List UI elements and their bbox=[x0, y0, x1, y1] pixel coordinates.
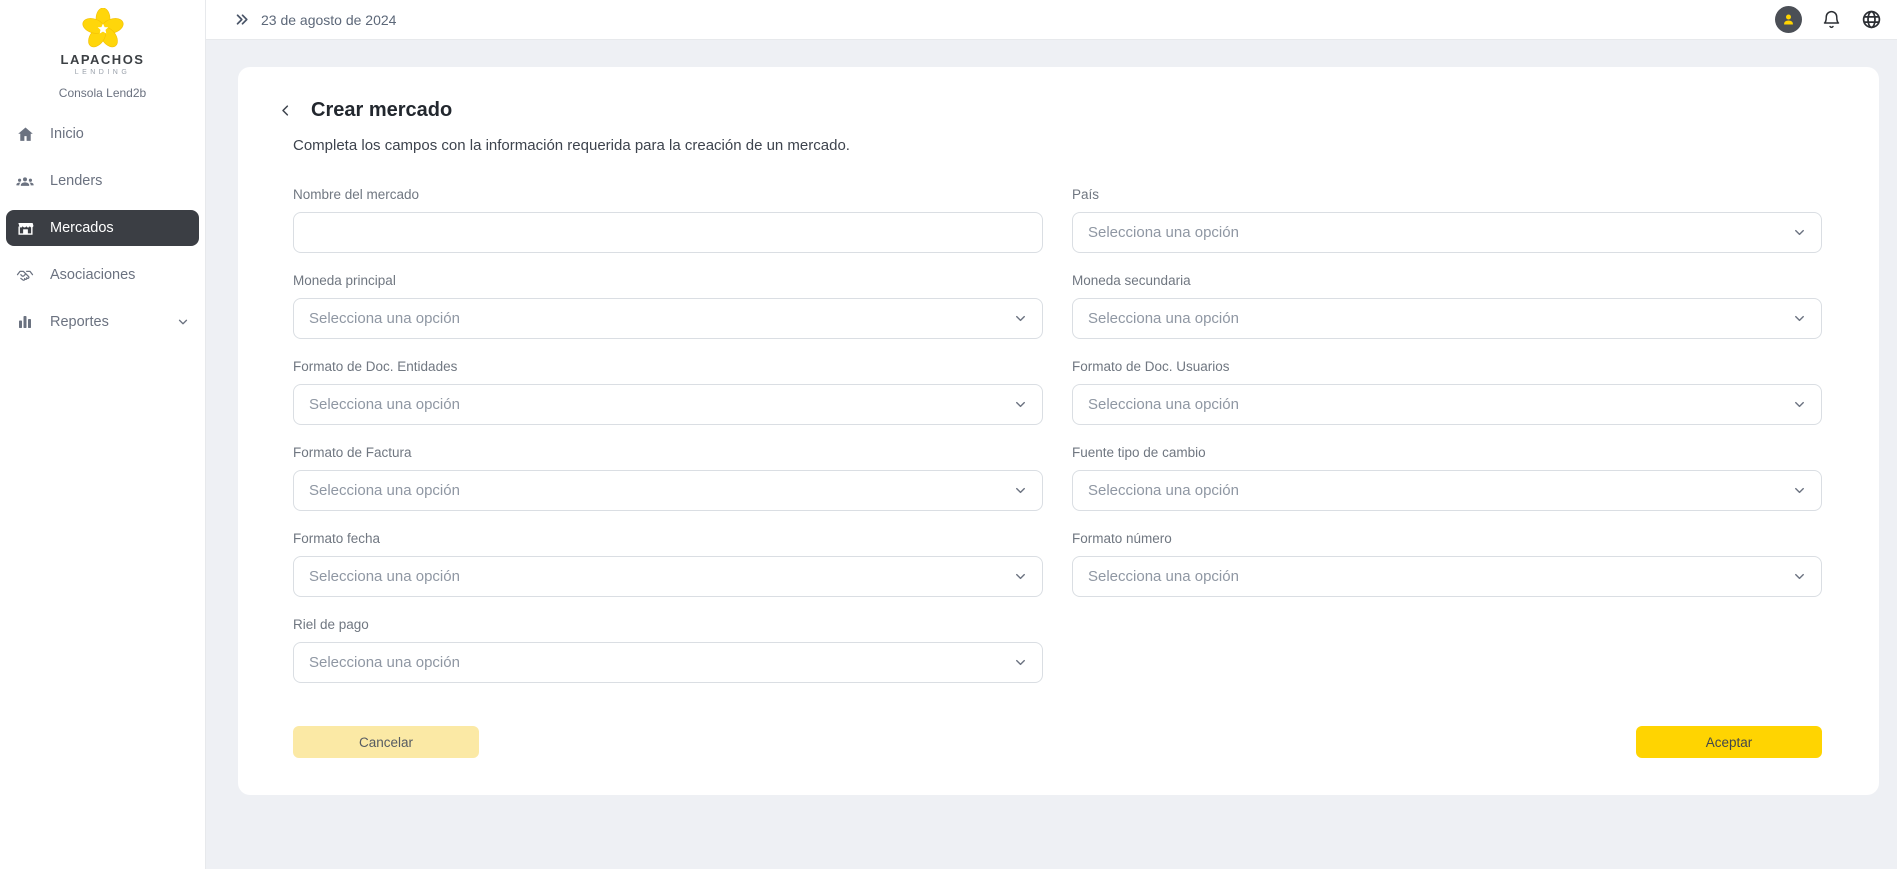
sidebar-item-label: Asociaciones bbox=[50, 267, 135, 283]
select-placeholder: Selecciona una opción bbox=[1088, 310, 1239, 327]
page-subtitle: Completa los campos con la información r… bbox=[293, 137, 1822, 154]
invoice-format-select[interactable]: Selecciona una opción bbox=[293, 470, 1043, 511]
field-formato-doc-entidades: Formato de Doc. Entidades Selecciona una… bbox=[293, 359, 1043, 425]
chevron-down-icon bbox=[1792, 225, 1807, 240]
field-label: Formato fecha bbox=[293, 531, 1043, 546]
create-market-card: Crear mercado Completa los campos con la… bbox=[238, 67, 1879, 795]
sidebar-item-inicio[interactable]: Inicio bbox=[6, 116, 199, 152]
field-label: País bbox=[1072, 187, 1822, 202]
country-select[interactable]: Selecciona una opción bbox=[1072, 212, 1822, 253]
chevron-down-icon bbox=[1013, 483, 1028, 498]
number-format-select[interactable]: Selecciona una opción bbox=[1072, 556, 1822, 597]
select-placeholder: Selecciona una opción bbox=[1088, 568, 1239, 585]
field-fuente-tipo-cambio: Fuente tipo de cambio Selecciona una opc… bbox=[1072, 445, 1822, 511]
sidebar-item-label: Mercados bbox=[50, 220, 114, 236]
field-formato-doc-usuarios: Formato de Doc. Usuarios Selecciona una … bbox=[1072, 359, 1822, 425]
lapachos-flower-logo-icon bbox=[82, 8, 124, 50]
field-formato-numero: Formato número Selecciona una opción bbox=[1072, 531, 1822, 597]
person-icon bbox=[1781, 12, 1796, 27]
primary-currency-select[interactable]: Selecciona una opción bbox=[293, 298, 1043, 339]
field-label: Formato de Factura bbox=[293, 445, 1043, 460]
payment-rail-select[interactable]: Selecciona una opción bbox=[293, 642, 1043, 683]
page-title: Crear mercado bbox=[311, 99, 452, 122]
field-formato-factura: Formato de Factura Selecciona una opción bbox=[293, 445, 1043, 511]
chevron-down-icon bbox=[1792, 483, 1807, 498]
select-placeholder: Selecciona una opción bbox=[1088, 224, 1239, 241]
sidebar-item-label: Reportes bbox=[50, 314, 109, 330]
create-market-form: Nombre del mercado País Selecciona una o… bbox=[293, 187, 1822, 683]
field-moneda-secundaria: Moneda secundaria Selecciona una opción bbox=[1072, 273, 1822, 339]
field-label: Formato de Doc. Entidades bbox=[293, 359, 1043, 374]
sidebar-item-reportes[interactable]: Reportes bbox=[6, 304, 199, 340]
avatar[interactable] bbox=[1775, 6, 1802, 33]
user-doc-format-select[interactable]: Selecciona una opción bbox=[1072, 384, 1822, 425]
select-placeholder: Selecciona una opción bbox=[309, 568, 460, 585]
sidebar-item-label: Lenders bbox=[50, 173, 102, 189]
chevron-left-icon bbox=[278, 103, 293, 118]
storefront-icon bbox=[15, 218, 35, 238]
accept-button[interactable]: Aceptar bbox=[1636, 726, 1822, 758]
select-placeholder: Selecciona una opción bbox=[1088, 396, 1239, 413]
sidebar-item-mercados[interactable]: Mercados bbox=[6, 210, 199, 246]
field-label: Nombre del mercado bbox=[293, 187, 1043, 202]
chevron-down-icon bbox=[1013, 655, 1028, 670]
sidebar-item-lenders[interactable]: Lenders bbox=[6, 163, 199, 199]
entity-doc-format-select[interactable]: Selecciona una opción bbox=[293, 384, 1043, 425]
chevron-down-icon bbox=[176, 315, 190, 329]
field-riel-de-pago: Riel de pago Selecciona una opción bbox=[293, 617, 1043, 683]
select-placeholder: Selecciona una opción bbox=[309, 482, 460, 499]
select-placeholder: Selecciona una opción bbox=[309, 310, 460, 327]
brand-name: LAPACHOS bbox=[0, 52, 205, 67]
topbar: 23 de agosto de 2024 bbox=[206, 0, 1897, 40]
bell-icon[interactable] bbox=[1821, 9, 1842, 30]
back-button[interactable] bbox=[276, 102, 294, 120]
field-label: Fuente tipo de cambio bbox=[1072, 445, 1822, 460]
secondary-currency-select[interactable]: Selecciona una opción bbox=[1072, 298, 1822, 339]
brand-subtitle: LENDING bbox=[0, 69, 205, 76]
form-footer: Cancelar Aceptar bbox=[293, 726, 1822, 758]
field-nombre-del-mercado: Nombre del mercado bbox=[293, 187, 1043, 253]
sidebar-item-asociaciones[interactable]: Asociaciones bbox=[6, 257, 199, 293]
field-formato-fecha: Formato fecha Selecciona una opción bbox=[293, 531, 1043, 597]
field-pais: País Selecciona una opción bbox=[1072, 187, 1822, 253]
sidebar-nav: Inicio Lenders bbox=[0, 116, 205, 351]
field-label: Moneda secundaria bbox=[1072, 273, 1822, 288]
chevron-down-icon bbox=[1013, 311, 1028, 326]
select-placeholder: Selecciona una opción bbox=[309, 396, 460, 413]
console-label: Consola Lend2b bbox=[0, 86, 205, 100]
app-window: LAPACHOS LENDING Consola Lend2b Inicio bbox=[0, 0, 1897, 869]
page-header: Crear mercado bbox=[276, 99, 1822, 122]
main-area: Crear mercado Completa los campos con la… bbox=[206, 40, 1897, 869]
field-label: Formato número bbox=[1072, 531, 1822, 546]
select-placeholder: Selecciona una opción bbox=[309, 654, 460, 671]
empty-grid-cell bbox=[1072, 617, 1822, 683]
globe-icon[interactable] bbox=[1861, 9, 1882, 30]
sidebar: LAPACHOS LENDING Consola Lend2b Inicio bbox=[0, 0, 206, 869]
home-icon bbox=[15, 124, 35, 144]
current-date: 23 de agosto de 2024 bbox=[261, 12, 396, 28]
chevron-down-icon bbox=[1792, 569, 1807, 584]
chevron-down-icon bbox=[1792, 397, 1807, 412]
field-label: Moneda principal bbox=[293, 273, 1043, 288]
field-label: Formato de Doc. Usuarios bbox=[1072, 359, 1822, 374]
chevron-down-icon bbox=[1013, 397, 1028, 412]
content-column: 23 de agosto de 2024 bbox=[206, 0, 1897, 869]
double-chevron-right-icon[interactable] bbox=[234, 11, 251, 28]
topbar-right bbox=[1775, 6, 1882, 33]
field-moneda-principal: Moneda principal Selecciona una opción bbox=[293, 273, 1043, 339]
users-icon bbox=[15, 171, 35, 191]
cancel-button[interactable]: Cancelar bbox=[293, 726, 479, 758]
select-placeholder: Selecciona una opción bbox=[1088, 482, 1239, 499]
handshake-icon bbox=[15, 265, 35, 285]
exchange-rate-source-select[interactable]: Selecciona una opción bbox=[1072, 470, 1822, 511]
chevron-down-icon bbox=[1013, 569, 1028, 584]
date-format-select[interactable]: Selecciona una opción bbox=[293, 556, 1043, 597]
market-name-input[interactable] bbox=[293, 212, 1043, 253]
bar-chart-icon bbox=[15, 312, 35, 332]
topbar-left: 23 de agosto de 2024 bbox=[234, 11, 396, 28]
sidebar-item-label: Inicio bbox=[50, 126, 84, 142]
brand-block: LAPACHOS LENDING Consola Lend2b bbox=[0, 0, 205, 100]
field-label: Riel de pago bbox=[293, 617, 1043, 632]
chevron-down-icon bbox=[1792, 311, 1807, 326]
